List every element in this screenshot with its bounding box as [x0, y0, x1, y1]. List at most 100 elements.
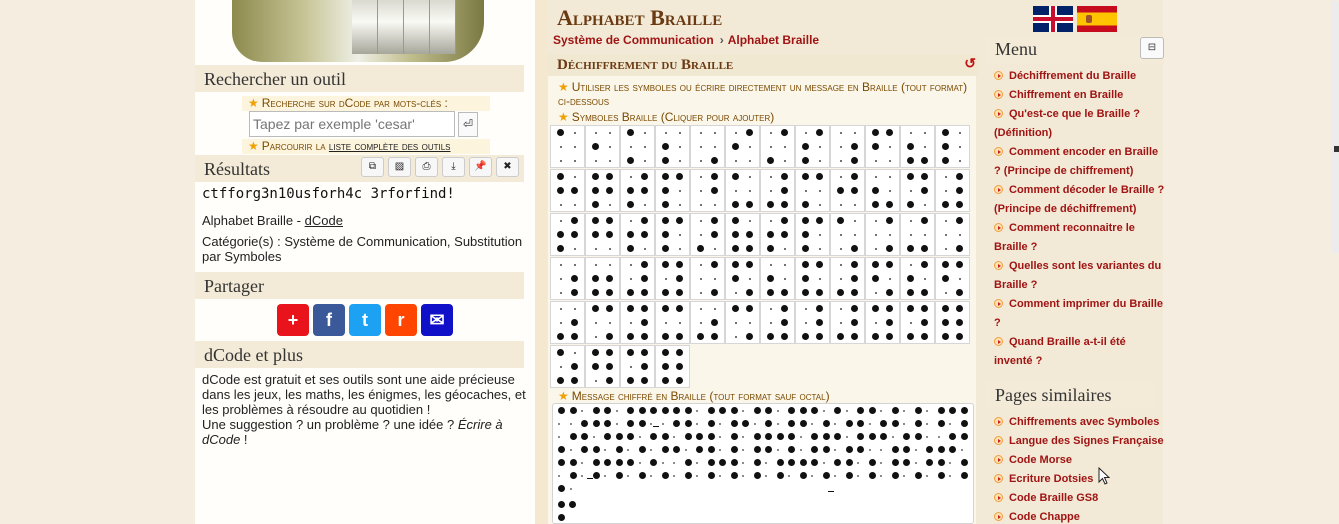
braille-symbol-button[interactable] — [935, 213, 970, 256]
braille-symbol-button[interactable] — [795, 169, 830, 212]
braille-symbol-button[interactable] — [900, 301, 935, 344]
email-icon[interactable]: ✉ — [421, 304, 453, 336]
menu-item-link[interactable]: Quand Braille a-t-il été inventé ? — [994, 333, 1166, 371]
braille-symbol-button[interactable] — [585, 257, 620, 300]
braille-symbol-button[interactable] — [935, 301, 970, 344]
braille-symbol-button[interactable] — [725, 169, 760, 212]
menu-item-link[interactable]: Quelles sont les variantes du Braille ? — [994, 257, 1166, 295]
braille-symbol-button[interactable] — [865, 257, 900, 300]
menu-item-link[interactable]: Comment décoder le Braille ? (Principe d… — [994, 181, 1166, 219]
braille-symbol-button[interactable] — [795, 257, 830, 300]
braille-symbol-button[interactable] — [830, 301, 865, 344]
braille-symbol-button[interactable] — [725, 301, 760, 344]
braille-symbol-button[interactable] — [585, 213, 620, 256]
similar-page-link[interactable]: Code Morse — [994, 451, 1166, 470]
braille-symbol-button[interactable] — [620, 345, 655, 388]
braille-symbol-button[interactable] — [655, 169, 690, 212]
similar-page-link[interactable]: Chiffrements avec Symboles — [994, 413, 1166, 432]
menu-item-link[interactable]: Chiffrement en Braille — [994, 86, 1166, 105]
reddit-icon[interactable]: r — [385, 304, 417, 336]
braille-symbol-button[interactable] — [725, 125, 760, 168]
scrollbar[interactable] — [1331, 0, 1339, 254]
similar-page-link[interactable]: Code Braille GS8 — [994, 489, 1166, 508]
menu-collapse-button[interactable]: ⊟ — [1140, 37, 1164, 59]
copy-icon[interactable]: ⧉ — [361, 157, 384, 177]
braille-symbol-button[interactable] — [725, 213, 760, 256]
braille-symbol-button[interactable] — [935, 257, 970, 300]
menu-item-link[interactable]: Comment encoder en Braille ? (Principe d… — [994, 143, 1166, 181]
braille-symbol-button[interactable] — [830, 125, 865, 168]
braille-symbol-button[interactable] — [655, 213, 690, 256]
braille-symbol-button[interactable] — [550, 301, 585, 344]
braille-symbol-button[interactable] — [620, 301, 655, 344]
braille-symbol-button[interactable] — [725, 257, 760, 300]
download-icon[interactable]: ⤓ — [442, 157, 465, 177]
braille-symbol-button[interactable] — [620, 169, 655, 212]
braille-symbol-button[interactable] — [655, 257, 690, 300]
braille-symbol-button[interactable] — [585, 125, 620, 168]
breadcrumb-item[interactable]: Système de Communication — [553, 33, 714, 47]
braille-symbol-button[interactable] — [865, 301, 900, 344]
braille-symbol-button[interactable] — [760, 125, 795, 168]
braille-symbol-button[interactable] — [865, 125, 900, 168]
braille-symbol-button[interactable] — [795, 213, 830, 256]
braille-symbol-button[interactable] — [655, 125, 690, 168]
braille-symbol-button[interactable] — [830, 213, 865, 256]
braille-symbol-button[interactable] — [900, 169, 935, 212]
search-input[interactable] — [249, 111, 455, 137]
braille-symbol-button[interactable] — [760, 169, 795, 212]
braille-symbol-button[interactable] — [900, 257, 935, 300]
similar-page-link[interactable]: Code Chappe — [994, 508, 1166, 524]
braille-symbol-button[interactable] — [900, 213, 935, 256]
refresh-icon[interactable]: ↺ — [964, 56, 976, 73]
braille-symbol-button[interactable] — [760, 213, 795, 256]
braille-symbol-button[interactable] — [865, 213, 900, 256]
braille-symbol-button[interactable] — [760, 257, 795, 300]
facebook-icon[interactable]: f — [313, 304, 345, 336]
braille-symbol-button[interactable] — [795, 301, 830, 344]
uk-flag-icon[interactable] — [1033, 6, 1073, 32]
braille-symbol-button[interactable] — [865, 169, 900, 212]
dcode-link[interactable]: dCode — [305, 213, 343, 228]
similar-page-link[interactable]: Langue des Signes Française — [994, 432, 1166, 451]
braille-symbol-button[interactable] — [550, 257, 585, 300]
braille-symbol-button[interactable] — [690, 257, 725, 300]
braille-symbol-button[interactable] — [935, 125, 970, 168]
braille-symbol-button[interactable] — [620, 213, 655, 256]
braille-symbol-button[interactable] — [690, 301, 725, 344]
twitter-icon[interactable]: t — [349, 304, 381, 336]
braille-symbol-button[interactable] — [550, 345, 585, 388]
braille-symbol-button[interactable] — [690, 213, 725, 256]
breadcrumb-item[interactable]: Alphabet Braille — [728, 33, 819, 47]
menu-item-link[interactable]: Qu'est-ce que le Braille ? (Définition) — [994, 105, 1166, 143]
menu-item-link[interactable]: Comment reconnaitre le Braille ? — [994, 219, 1166, 257]
braille-symbol-button[interactable] — [620, 257, 655, 300]
braille-symbol-button[interactable] — [690, 169, 725, 212]
braille-symbol-button[interactable] — [830, 257, 865, 300]
braille-symbol-button[interactable] — [935, 169, 970, 212]
braille-symbol-button[interactable] — [550, 169, 585, 212]
print-icon[interactable]: ⎙ — [415, 157, 438, 177]
braille-symbol-button[interactable] — [830, 169, 865, 212]
braille-symbol-button[interactable] — [655, 301, 690, 344]
braille-symbol-button[interactable] — [900, 125, 935, 168]
screenshot-icon[interactable]: ▨ — [388, 157, 411, 177]
braille-symbol-button[interactable] — [795, 125, 830, 168]
braille-symbol-button[interactable] — [550, 125, 585, 168]
menu-item-link[interactable]: Comment imprimer du Braille ? — [994, 295, 1166, 333]
braille-symbol-button[interactable] — [690, 125, 725, 168]
braille-symbol-button[interactable] — [585, 301, 620, 344]
search-submit-button[interactable]: ⏎ — [458, 112, 478, 137]
close-icon[interactable]: ✖ — [496, 157, 519, 177]
menu-item-link[interactable]: Déchiffrement du Braille — [994, 67, 1166, 86]
browse-tools-link[interactable]: liste complète des outils — [329, 139, 451, 153]
braille-symbol-button[interactable] — [585, 345, 620, 388]
similar-page-link[interactable]: Ecriture Dotsies — [994, 470, 1166, 489]
braille-symbol-button[interactable] — [585, 169, 620, 212]
braille-symbol-button[interactable] — [760, 301, 795, 344]
spain-flag-icon[interactable] — [1077, 6, 1117, 32]
braille-message-textarea[interactable] — [552, 403, 974, 524]
addthis-icon[interactable]: + — [277, 304, 309, 336]
braille-symbol-button[interactable] — [550, 213, 585, 256]
pin-icon[interactable]: 📌 — [469, 157, 492, 177]
